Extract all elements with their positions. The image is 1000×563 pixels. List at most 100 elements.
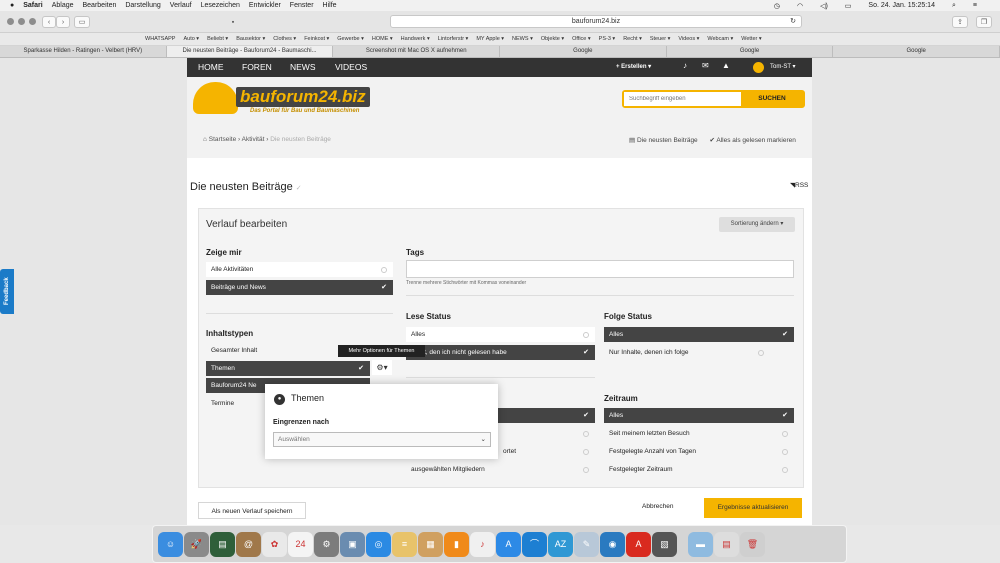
avatar[interactable] bbox=[753, 62, 764, 73]
bookmark-gewerbe[interactable]: Gewerbe ▾ bbox=[337, 36, 364, 42]
volume-icon[interactable]: ◁) bbox=[820, 2, 828, 10]
pdf-icon[interactable]: A bbox=[626, 531, 651, 557]
option-follow-all[interactable]: Alles ✔ bbox=[604, 327, 794, 342]
newest-posts-link[interactable]: Die neusten Beiträge bbox=[637, 137, 698, 144]
reload-icon[interactable]: ↻ bbox=[790, 16, 796, 28]
bookmark-bausektor[interactable]: Bausektor ▾ bbox=[236, 36, 265, 42]
menu-ablage[interactable]: Ablage bbox=[52, 2, 74, 9]
minimize-window-icon[interactable] bbox=[18, 18, 25, 25]
option-followed-only[interactable]: Nur Inhalte, denen ich folge bbox=[604, 345, 794, 360]
time-machine-icon[interactable]: ◷ bbox=[774, 2, 780, 10]
bookmark-webcam[interactable]: Webcam ▾ bbox=[707, 36, 733, 42]
cancel-link[interactable]: Abbrechen bbox=[642, 503, 673, 510]
mail-icon[interactable]: ✉ bbox=[702, 61, 709, 70]
browser-tab[interactable]: Screenshot mit Mac OS X aufnehmen bbox=[333, 46, 501, 57]
apply-results-button[interactable]: Ergebnisse aktualisieren bbox=[704, 498, 802, 518]
menu-darstellung[interactable]: Darstellung bbox=[125, 2, 160, 9]
globe-icon[interactable]: ◉ bbox=[600, 531, 625, 557]
close-window-icon[interactable] bbox=[7, 18, 14, 25]
option-read-all[interactable]: Alles bbox=[406, 327, 595, 342]
option-author-3[interactable]: ortet bbox=[498, 444, 595, 459]
warning-icon[interactable]: ▲ bbox=[722, 61, 730, 70]
option-fixed-days[interactable]: Festgelegte Anzahl von Tagen bbox=[604, 444, 794, 459]
safari-icon[interactable]: ◎ bbox=[366, 531, 391, 557]
sidebar-button[interactable]: ▭ bbox=[74, 16, 90, 28]
option-author-all[interactable]: ✔ bbox=[498, 408, 595, 423]
battery-icon[interactable]: ▭ bbox=[845, 2, 852, 10]
azure-icon[interactable]: AZ bbox=[548, 531, 573, 557]
zoom-window-icon[interactable] bbox=[29, 18, 36, 25]
apple-icon[interactable]: ● bbox=[10, 2, 14, 9]
option-themen[interactable]: Themen ✔ bbox=[206, 361, 370, 376]
menu-fenster[interactable]: Fenster bbox=[290, 2, 314, 9]
contacts-icon[interactable]: @ bbox=[236, 531, 261, 557]
more-options-button[interactable]: ⚙▾ bbox=[372, 360, 392, 375]
menu-verlauf[interactable]: Verlauf bbox=[170, 2, 192, 9]
browser-tab[interactable]: Google bbox=[500, 46, 667, 57]
documents-icon[interactable]: ▤ bbox=[714, 531, 739, 557]
app-icon[interactable]: ▧ bbox=[652, 531, 677, 557]
bookmark-my-apple[interactable]: MY Apple ▾ bbox=[476, 36, 504, 42]
option-time-all[interactable]: Alles ✔ bbox=[604, 408, 794, 423]
menu-entwickler[interactable]: Entwickler bbox=[249, 2, 281, 9]
nav-foren[interactable]: FOREN bbox=[242, 62, 272, 72]
books-icon[interactable]: ▮ bbox=[444, 531, 469, 557]
trash-icon[interactable]: 🗑 bbox=[740, 531, 765, 557]
tab-favicon[interactable]: ▪ bbox=[226, 16, 240, 28]
clock[interactable]: So. 24. Jan. 15:25:14 bbox=[868, 2, 935, 9]
bookmark-steuer[interactable]: Steuer ▾ bbox=[650, 36, 671, 42]
feedback-tab[interactable]: Feedback bbox=[0, 269, 14, 314]
bell-icon[interactable]: ♪ bbox=[683, 61, 687, 70]
bookmark-office[interactable]: Office ▾ bbox=[572, 36, 591, 42]
forward-button[interactable]: › bbox=[56, 16, 70, 28]
option-author-2[interactable] bbox=[498, 426, 595, 441]
restrict-select[interactable]: Auswählen ⌄ bbox=[273, 432, 491, 447]
save-as-new-button[interactable]: Als neuen Verlauf speichern bbox=[198, 502, 306, 519]
option-unread[interactable]: t, den ich nicht gelesen habe ✔ bbox=[406, 345, 595, 360]
wifi-icon[interactable]: ◠ bbox=[797, 2, 803, 10]
create-button[interactable]: + Erstellen ▾ bbox=[616, 63, 651, 70]
option-fixed-range[interactable]: Festgelegter Zeitraum bbox=[604, 462, 794, 477]
preview-icon[interactable]: ▣ bbox=[340, 531, 365, 557]
photos-icon[interactable]: ✿ bbox=[262, 531, 287, 557]
mark-all-read-link[interactable]: Alles als gelesen markieren bbox=[716, 137, 795, 144]
menu-bearbeiten[interactable]: Bearbeiten bbox=[83, 2, 117, 9]
app-icon[interactable]: ✎ bbox=[574, 531, 599, 557]
bookmark-clothes[interactable]: Clothes ▾ bbox=[273, 36, 296, 42]
app-icon[interactable]: ⌒ bbox=[522, 531, 547, 557]
bookmark-ps3[interactable]: PS-3 ▾ bbox=[599, 36, 616, 42]
bookmark-recht[interactable]: Recht ▾ bbox=[623, 36, 642, 42]
bookmark-news[interactable]: NEWS ▾ bbox=[512, 36, 533, 42]
option-selected-members[interactable]: ausgewählten Mitgliedern bbox=[406, 462, 595, 477]
address-bar[interactable]: bauforum24.biz ↻ bbox=[390, 15, 802, 28]
app-icon[interactable]: ▤ bbox=[210, 531, 235, 557]
menu-lesezeichen[interactable]: Lesezeichen bbox=[201, 2, 240, 9]
bookmark-feinkost[interactable]: Feinkost ▾ bbox=[304, 36, 329, 42]
nav-home[interactable]: HOME bbox=[198, 62, 224, 72]
search-input[interactable] bbox=[624, 92, 740, 106]
tabs-overview-button[interactable]: ❐ bbox=[976, 16, 992, 28]
notes-icon[interactable]: ≡ bbox=[392, 531, 417, 557]
breadcrumb-home[interactable]: Startseite bbox=[209, 136, 236, 143]
menu-list-icon[interactable]: ≡ bbox=[973, 2, 977, 9]
search-button[interactable]: SUCHEN bbox=[741, 92, 803, 106]
bookmark-whatsapp[interactable]: WHATSAPP bbox=[145, 36, 175, 42]
back-button[interactable]: ‹ bbox=[42, 16, 56, 28]
option-all-activities[interactable]: Alle Aktivitäten bbox=[206, 262, 393, 277]
user-menu[interactable]: Tom-ST ▾ bbox=[770, 63, 796, 70]
rss-link[interactable]: ◥RSS bbox=[790, 181, 808, 189]
tags-input[interactable] bbox=[406, 260, 794, 278]
finder-icon[interactable]: ☺ bbox=[158, 531, 183, 557]
nav-news[interactable]: NEWS bbox=[290, 62, 316, 72]
menu-safari[interactable]: Safari bbox=[23, 2, 42, 9]
share-button[interactable]: ⇪ bbox=[952, 16, 968, 28]
bookmark-lintorferstr[interactable]: Lintorferstr ▾ bbox=[438, 36, 469, 42]
follow-check-icon[interactable]: ✓ bbox=[296, 185, 302, 192]
browser-tab[interactable]: Google bbox=[667, 46, 834, 57]
bookmark-videos[interactable]: Videos ▾ bbox=[678, 36, 699, 42]
menu-hilfe[interactable]: Hilfe bbox=[323, 2, 337, 9]
option-posts-and-news[interactable]: Beiträge und News ✔ bbox=[206, 280, 393, 295]
browser-tab[interactable]: Sparkasse Hilden - Ratingen - Velbert (H… bbox=[0, 46, 167, 57]
option-since-last-visit[interactable]: Seit meinem letzten Besuch bbox=[604, 426, 794, 441]
bookmark-wetter[interactable]: Wetter ▾ bbox=[741, 36, 761, 42]
